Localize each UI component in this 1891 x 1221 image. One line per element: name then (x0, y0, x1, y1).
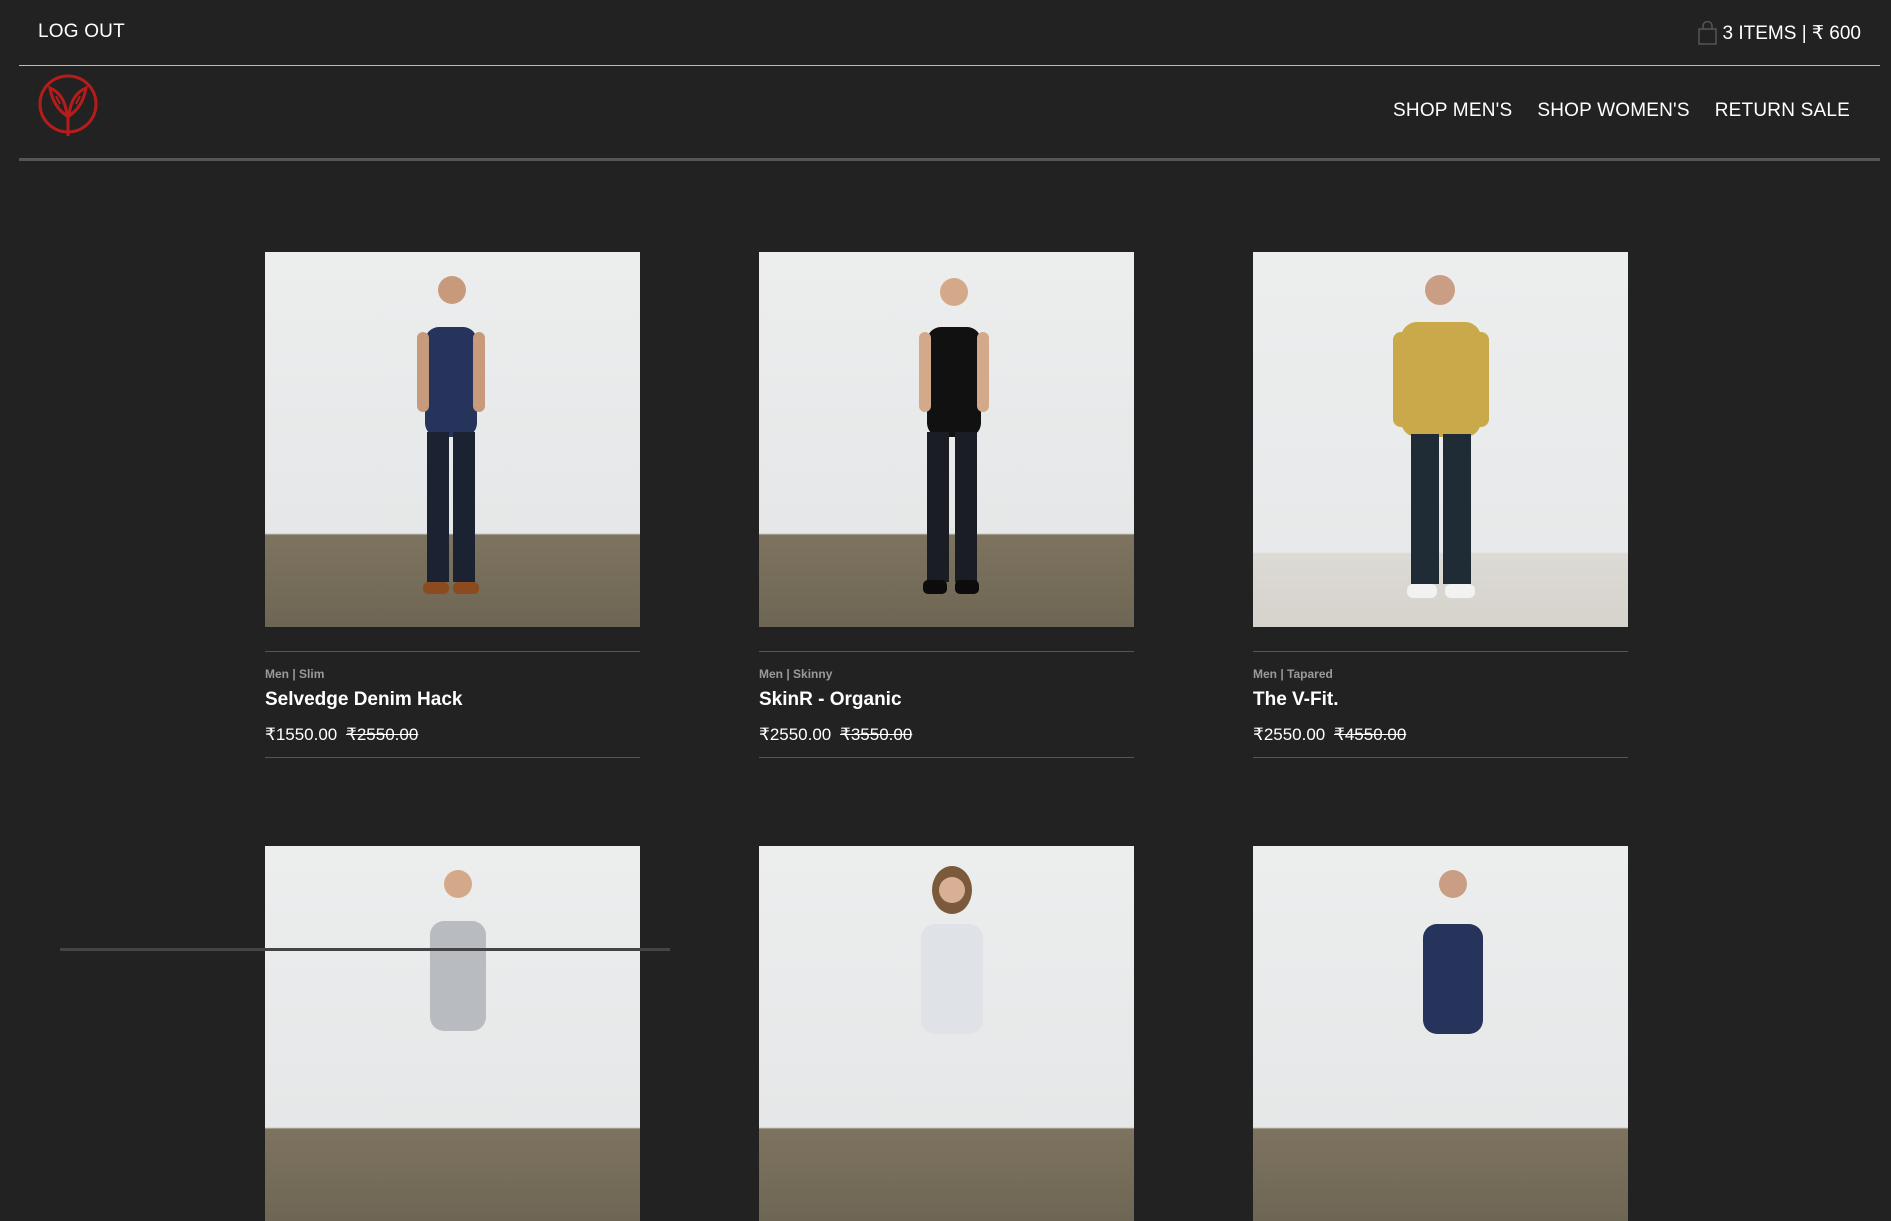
brand-logo-icon[interactable] (36, 74, 100, 140)
original-price: ₹2550.00 (346, 725, 419, 744)
product-title[interactable]: SkinR - Organic (759, 689, 1134, 711)
product-price: ₹2550.00 ₹3550.00 (759, 725, 1134, 745)
product-image[interactable] (759, 846, 1134, 1221)
product-card[interactable]: Men | Skinny SkinR - Organic ₹2550.00 ₹3… (759, 252, 1134, 758)
original-price: ₹4550.00 (1334, 725, 1407, 744)
nav-shop-mens[interactable]: SHOP MEN'S (1393, 100, 1512, 122)
logout-link[interactable]: LOG OUT (38, 21, 125, 43)
product-title[interactable]: The V-Fit. (1253, 689, 1628, 711)
product-info: Men | Tapared The V-Fit. ₹2550.00 ₹4550.… (1253, 651, 1628, 758)
sale-price: ₹2550.00 (1253, 725, 1326, 744)
product-card[interactable] (759, 846, 1134, 1221)
product-card[interactable]: Men | Slim Selvedge Denim Hack ₹1550.00 … (265, 252, 640, 758)
nav-shop-womens[interactable]: SHOP WOMEN'S (1537, 100, 1689, 122)
nav-links: SHOP MEN'S SHOP WOMEN'S RETURN SALE (1393, 100, 1850, 122)
product-image[interactable] (759, 252, 1134, 627)
cart-summary[interactable]: 3 ITEMS | ₹ 600 (1697, 21, 1861, 45)
product-image[interactable] (1253, 252, 1628, 627)
product-price: ₹1550.00 ₹2550.00 (265, 725, 640, 745)
product-info: Men | Slim Selvedge Denim Hack ₹1550.00 … (265, 651, 640, 758)
main-nav: SHOP MEN'S SHOP WOMEN'S RETURN SALE (19, 66, 1880, 161)
top-bar: LOG OUT 3 ITEMS | ₹ 600 (19, 0, 1880, 66)
product-category: Men | Slim (265, 667, 325, 681)
nav-return-sale[interactable]: RETURN SALE (1715, 100, 1850, 122)
shopping-bag-icon (1697, 21, 1717, 45)
original-price: ₹3550.00 (840, 725, 913, 744)
cart-label: 3 ITEMS | ₹ 600 (1722, 22, 1861, 44)
product-category: Men | Tapared (1253, 667, 1333, 681)
product-info: Men | Skinny SkinR - Organic ₹2550.00 ₹3… (759, 651, 1134, 758)
product-card[interactable] (1253, 846, 1628, 1221)
product-image[interactable] (265, 846, 640, 1221)
product-card[interactable]: Men | Tapared The V-Fit. ₹2550.00 ₹4550.… (1253, 252, 1628, 758)
product-image[interactable] (265, 252, 640, 627)
sale-price: ₹2550.00 (759, 725, 832, 744)
product-category: Men | Skinny (759, 667, 833, 681)
product-image[interactable] (1253, 846, 1628, 1221)
product-title[interactable]: Selvedge Denim Hack (265, 689, 640, 711)
sale-price: ₹1550.00 (265, 725, 338, 744)
product-card[interactable] (265, 846, 640, 1221)
product-price: ₹2550.00 ₹4550.00 (1253, 725, 1628, 745)
